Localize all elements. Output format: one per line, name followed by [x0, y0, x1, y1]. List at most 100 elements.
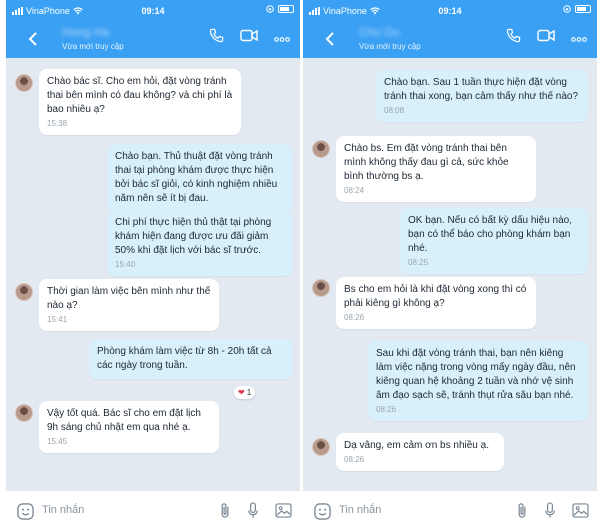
message-text: Chào bạn. Thủ thuật đặt vòng tránh thai …	[115, 151, 278, 204]
emoji-button[interactable]	[314, 503, 331, 525]
image-button[interactable]	[572, 503, 589, 523]
image-icon	[275, 503, 292, 518]
heart-icon: ❤	[238, 388, 245, 397]
contact-name[interactable]: Chu Du	[359, 25, 400, 39]
call-button[interactable]	[506, 28, 521, 48]
phone-icon	[209, 28, 224, 43]
emoji-button[interactable]	[17, 503, 34, 525]
message-text: Sau khi đặt vòng tránh thai, bạn nên kiê…	[376, 348, 576, 401]
message-outgoing[interactable]: Chào bạn. Thủ thuật đặt vòng tránh thai …	[107, 144, 293, 212]
battery-icon	[278, 5, 294, 13]
message-input[interactable]: Tin nhắn	[339, 504, 381, 516]
image-icon	[572, 503, 589, 518]
voice-button[interactable]	[247, 502, 259, 524]
attach-button[interactable]	[219, 502, 231, 524]
message-time: 15:40	[115, 260, 136, 269]
left-phone-screen: VinaPhone 09:14 Hong Ha Vừa mới truy cập…	[6, 0, 300, 530]
video-camera-icon	[537, 29, 555, 42]
message-input-bar: Tin nhắn	[6, 490, 300, 530]
message-time: 08:08	[384, 106, 405, 115]
message-time: 08:25	[408, 258, 429, 267]
back-button[interactable]	[325, 30, 335, 51]
message-incoming[interactable]: Chào bác sĩ. Cho em hỏi, đặt vòng tránh …	[39, 69, 241, 135]
microphone-icon	[248, 502, 258, 518]
message-text: Chào bs. Em đặt vòng tránh thai bên mình…	[344, 143, 509, 182]
rotation-lock-icon	[563, 5, 571, 13]
status-time: 09:14	[438, 6, 462, 16]
message-text: Bs cho em hỏi là khi đặt vòng xong thì c…	[344, 284, 527, 309]
paperclip-icon	[518, 503, 526, 518]
smiley-icon	[17, 503, 34, 520]
avatar[interactable]	[15, 404, 33, 422]
reaction-count: 1	[246, 388, 252, 397]
avatar[interactable]	[312, 140, 330, 158]
message-text: Chào bác sĩ. Cho em hỏi, đặt vòng tránh …	[47, 76, 233, 115]
more-dots-icon	[274, 37, 290, 42]
message-outgoing[interactable]: OK bạn. Nếu có bất kỳ dấu hiệu nào, bạn …	[400, 208, 588, 274]
rotation-lock-icon	[266, 5, 274, 13]
message-text: Chào bạn. Sau 1 tuần thực hiện đặt vòng …	[384, 77, 579, 102]
message-time: 08:26	[344, 455, 365, 464]
input-tools	[219, 502, 292, 524]
video-camera-icon	[240, 29, 258, 42]
battery-icon	[575, 5, 591, 13]
video-call-button[interactable]	[240, 29, 258, 47]
message-time: 08:26	[344, 313, 365, 322]
message-text: Thời gian làm việc bên mình như thế nào …	[47, 286, 211, 311]
status-time: 09:14	[141, 6, 165, 16]
more-options-button[interactable]	[571, 29, 587, 47]
message-time: 15:38	[47, 119, 68, 128]
right-phone-screen: VinaPhone 09:14 Chu Du Vừa mới truy cập …	[303, 0, 597, 530]
microphone-icon	[545, 502, 555, 518]
chat-header: Hong Ha Vừa mới truy cập	[6, 22, 300, 58]
avatar[interactable]	[312, 279, 330, 297]
voice-button[interactable]	[544, 502, 556, 524]
message-time: 08:26	[376, 405, 397, 414]
message-text: Chi phí thực hiện thủ thật tại phòng khá…	[115, 217, 272, 256]
input-tools	[516, 502, 589, 524]
more-options-button[interactable]	[274, 29, 290, 47]
message-incoming[interactable]: Dạ vâng, em cảm ơn bs nhiều ạ. 08:26	[336, 433, 504, 471]
message-text: OK bạn. Nếu có bất kỳ dấu hiệu nào, bạn …	[408, 215, 572, 254]
call-button[interactable]	[209, 28, 224, 48]
message-list[interactable]: Chào bác sĩ. Cho em hỏi, đặt vòng tránh …	[6, 58, 300, 490]
message-outgoing[interactable]: Chào bạn. Sau 1 tuần thực hiện đặt vòng …	[376, 70, 588, 122]
message-time: 08:24	[344, 186, 365, 195]
avatar[interactable]	[15, 283, 33, 301]
attach-button[interactable]	[516, 502, 528, 524]
smiley-icon	[314, 503, 331, 520]
message-outgoing[interactable]: Phòng khám làm việc từ 8h - 20h tất cả c…	[89, 339, 293, 379]
message-incoming[interactable]: Bs cho em hỏi là khi đặt vòng xong thì c…	[336, 277, 536, 329]
message-incoming[interactable]: Thời gian làm việc bên mình như thế nào …	[39, 279, 219, 331]
avatar[interactable]	[15, 74, 33, 92]
message-outgoing[interactable]: Chi phí thực hiện thủ thật tại phòng khá…	[107, 210, 293, 276]
message-time: 15:41	[47, 315, 68, 324]
back-chevron-icon	[28, 32, 37, 46]
video-call-button[interactable]	[537, 29, 555, 47]
header-actions	[209, 28, 290, 48]
message-text: Vậy tốt quá. Bác sĩ cho em đặt lịch 9h s…	[47, 408, 201, 433]
paperclip-icon	[221, 503, 229, 518]
avatar[interactable]	[312, 438, 330, 456]
chat-header: Chu Du Vừa mới truy cập	[303, 22, 597, 58]
message-list[interactable]: Chào bạn. Sau 1 tuần thực hiện đặt vòng …	[303, 58, 597, 490]
message-input[interactable]: Tin nhắn	[42, 504, 84, 516]
status-right	[563, 5, 591, 13]
back-button[interactable]	[28, 30, 38, 51]
reaction-badge[interactable]: ❤ 1	[234, 386, 256, 399]
message-text: Dạ vâng, em cảm ơn bs nhiều ạ.	[344, 440, 489, 451]
message-incoming[interactable]: Chào bs. Em đặt vòng tránh thai bên mình…	[336, 136, 536, 202]
status-bar: VinaPhone 09:14	[303, 0, 597, 22]
contact-name[interactable]: Hong Ha	[62, 25, 109, 39]
message-outgoing[interactable]: Sau khi đặt vòng tránh thai, bạn nên kiê…	[368, 341, 588, 421]
status-right	[266, 5, 294, 13]
contact-status: Vừa mới truy cập	[62, 42, 124, 51]
header-actions	[506, 28, 587, 48]
message-incoming[interactable]: Vậy tốt quá. Bác sĩ cho em đặt lịch 9h s…	[39, 401, 219, 453]
more-dots-icon	[571, 37, 587, 42]
image-button[interactable]	[275, 503, 292, 523]
message-input-bar: Tin nhắn	[303, 490, 597, 530]
message-text: Phòng khám làm việc từ 8h - 20h tất cả c…	[97, 346, 272, 371]
back-chevron-icon	[325, 32, 334, 46]
contact-status: Vừa mới truy cập	[359, 42, 421, 51]
